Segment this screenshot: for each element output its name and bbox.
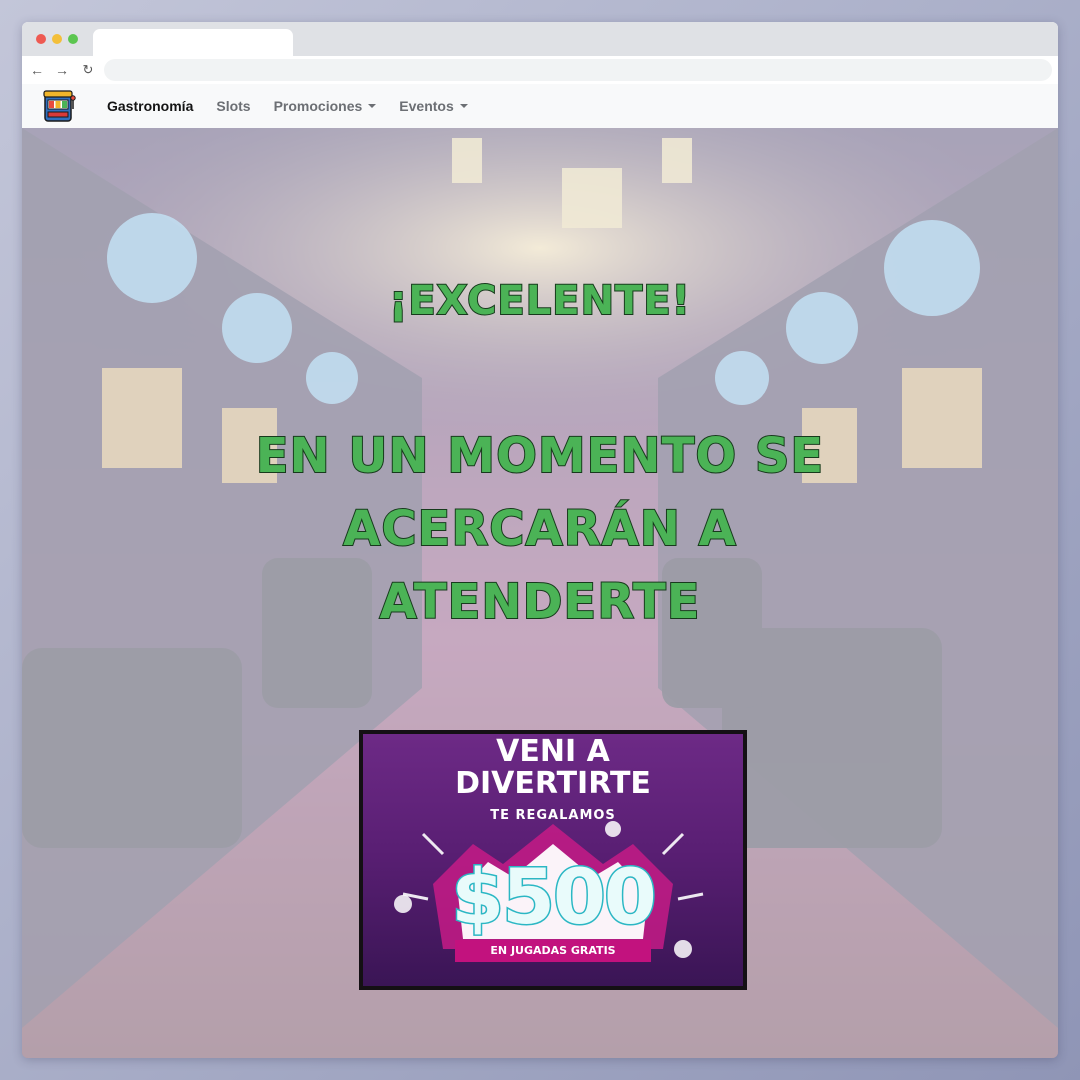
tab-strip xyxy=(22,22,1058,56)
hero-section: ¡Excelente! En un momento se acercarán a… xyxy=(22,128,1058,1058)
minimize-window-button[interactable] xyxy=(52,34,62,44)
promo-title-line-2: DIVERTIRTE xyxy=(455,766,651,801)
maximize-window-button[interactable] xyxy=(68,34,78,44)
nav-link-label: Promociones xyxy=(273,98,363,114)
promo-banner[interactable]: VENI A DIVERTIRTE TE REGALAMOS $500 EN J… xyxy=(359,730,747,990)
close-window-button[interactable] xyxy=(36,34,46,44)
nav-link-label: Slots xyxy=(216,98,251,114)
arrow-left-icon[interactable]: ← xyxy=(27,60,47,80)
nav-link-gastronomia[interactable]: Gastronomía xyxy=(107,98,193,114)
site-navbar: Gastronomía Slots Promociones Eventos xyxy=(22,84,1058,129)
nav-link-label: Gastronomía xyxy=(107,98,194,114)
caret-down-icon xyxy=(459,104,468,108)
nav-dropdown-eventos[interactable]: Eventos xyxy=(399,98,468,114)
nav-link-label: Eventos xyxy=(399,98,454,114)
url-input[interactable] xyxy=(104,59,1052,81)
promo-subtitle: TE REGALAMOS xyxy=(490,808,616,823)
promo-ribbon: EN JUGADAS GRATIS xyxy=(455,940,651,962)
headline-attention-message: En un momento se acercarán a atenderte xyxy=(255,427,825,631)
promo-amount: $500 xyxy=(450,851,659,943)
promo-title-line-1: VENI A xyxy=(496,734,610,769)
nav-items: Gastronomía Slots Promociones Eventos xyxy=(107,84,491,128)
promo-banner-inner: VENI A DIVERTIRTE TE REGALAMOS $500 EN J… xyxy=(363,734,743,986)
nav-link-slots[interactable]: Slots xyxy=(216,98,250,114)
browser-tab[interactable] xyxy=(93,29,293,56)
address-bar: ← → ↻ xyxy=(22,56,1058,84)
reload-icon[interactable]: ↻ xyxy=(78,60,98,80)
headline-excelente: ¡Excelente! xyxy=(388,277,691,325)
browser-window: ← → ↻ Gastronomía Slots Promociones Even… xyxy=(22,22,1058,1058)
nav-dropdown-promociones[interactable]: Promociones xyxy=(274,98,377,114)
slot-machine-icon[interactable] xyxy=(42,89,76,123)
caret-down-icon xyxy=(368,104,377,108)
arrow-right-icon[interactable]: → xyxy=(52,60,72,80)
